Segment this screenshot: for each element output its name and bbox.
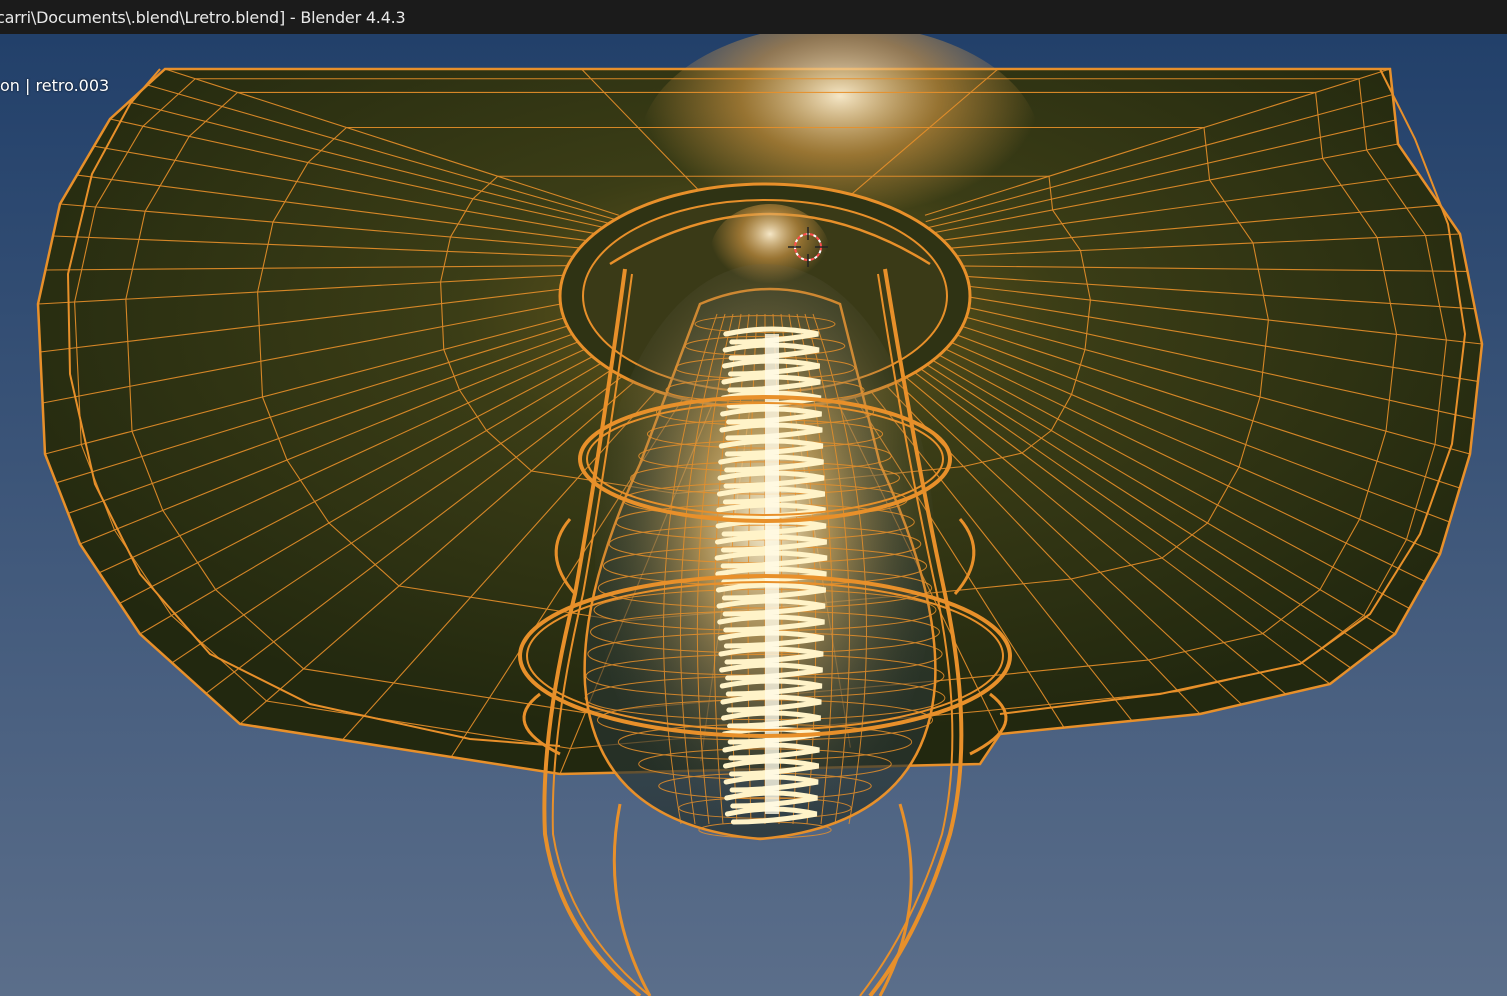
viewport-object-info: on | retro.003	[0, 76, 110, 95]
window-title: carri\Documents\.blend\Lretro.blend] - B…	[0, 7, 406, 27]
3d-viewport[interactable]	[0, 34, 1507, 996]
window-titlebar: carri\Documents\.blend\Lretro.blend] - B…	[0, 0, 1507, 34]
viewport-canvas[interactable]	[0, 34, 1507, 996]
